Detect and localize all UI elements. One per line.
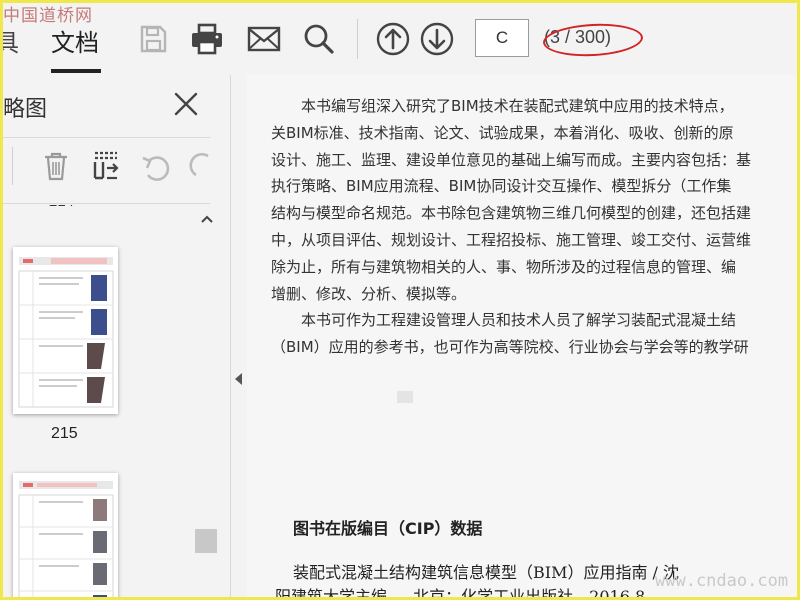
email-icon — [247, 26, 281, 52]
text-line: 关BIM标准、技术指南、论文、试验成果，本着消化、吸收、创新的原 — [271, 123, 734, 142]
text-line: （BIM）应用的参考书，也可作为高等院校、行业协会与学会等的教学研 — [271, 338, 749, 357]
body-text: 本书编写组深入研究了BIM技术在装配式建筑中应用的技术特点， 关BIM标准、技术… — [271, 93, 797, 361]
text-line: 本书编写组深入研究了BIM技术在装配式建筑中应用的技术特点， — [271, 97, 734, 115]
thumbnail-toolbar — [3, 139, 213, 195]
previous-page-button[interactable] — [375, 21, 411, 57]
active-tab-indicator — [51, 69, 101, 73]
page-number-input[interactable]: C — [475, 19, 529, 57]
scrollbar-thumb[interactable] — [195, 529, 217, 553]
search-icon — [304, 24, 334, 54]
thumbnail-image — [18, 257, 114, 408]
thumbnail-label: 215 — [51, 425, 78, 442]
toolbar-divider — [12, 147, 13, 185]
text-line: 结构与模型命名规范。本书除包含建筑物三维几何模型的创建，还包括建 — [271, 204, 752, 223]
print-icon — [192, 23, 222, 55]
extract-page-icon — [93, 151, 119, 180]
next-page-button[interactable] — [419, 21, 455, 57]
print-button[interactable] — [189, 21, 225, 57]
text-line: 除为止，所有与建筑物相关的人、事、物所涉及的过程信息的管理、编 — [271, 257, 737, 276]
close-icon — [174, 92, 198, 116]
arrow-up-icon — [376, 22, 410, 56]
thumbnail-list: 214 — [3, 205, 195, 597]
watermark-bottom: www.cndao.com — [655, 571, 789, 591]
panel-title: 缩略图 — [3, 97, 48, 122]
rotate-left-button[interactable] — [139, 149, 173, 183]
panel-divider — [3, 137, 210, 138]
reader-window: 中国道桥网 具 文档 C (3 / 300) 略图 215 本书编写组深入研究了… — [3, 3, 797, 597]
thumbnail-scrollbar[interactable] — [195, 205, 219, 597]
rotate-right-button[interactable] — [187, 149, 221, 183]
email-button[interactable] — [246, 21, 282, 57]
thumbnail-label: 214 — [49, 205, 74, 210]
collapse-panel-arrow-icon[interactable] — [235, 373, 242, 385]
document-page: 本书编写组深入研究了BIM技术在装配式建筑中应用的技术特点， 关BIM标准、技术… — [247, 75, 797, 597]
cip-entry-line: 阳建筑大学主编. —北京：化学工业出版社，2016.8 — [275, 587, 646, 597]
arrow-down-icon — [420, 22, 454, 56]
cip-heading: 图书在版编目（CIP）数据 — [293, 519, 483, 538]
save-icon — [140, 25, 167, 53]
panel-divider — [3, 203, 210, 204]
close-panel-button[interactable] — [171, 89, 201, 119]
chevron-up-icon — [201, 215, 213, 223]
bleed-through-mark — [397, 391, 413, 403]
cip-entry-line: 装配式混凝土结构建筑信息模型（BIM）应用指南 / 沈 — [293, 563, 680, 582]
text-line: 中，从项目评估、规划设计、工程招投标、施工管理、竣工交付、运营维 — [271, 230, 752, 249]
thumbnail-image — [18, 481, 114, 597]
text-line: 设计、施工、监理、建设单位意见的基础上编写而成。主要内容包括：基 — [271, 150, 752, 169]
search-button[interactable] — [301, 21, 337, 57]
extract-page-button[interactable] — [89, 149, 123, 183]
toolbar-divider — [357, 19, 358, 59]
page-thumbnail[interactable] — [13, 473, 118, 597]
rotate-right-icon — [189, 153, 209, 177]
text-line: 本书可作为工程建设管理人员和技术人员了解学习装配式混凝土结 — [271, 311, 737, 330]
tab-document[interactable]: 文档 — [51, 23, 99, 58]
toolbar: 中国道桥网 具 文档 C (3 / 300) — [3, 3, 797, 75]
text-line: 增删、修改、分析、模拟等。 — [271, 284, 467, 303]
panel-splitter[interactable] — [231, 75, 247, 597]
delete-icon — [45, 152, 67, 181]
save-button[interactable] — [135, 21, 171, 57]
page-thumbnail[interactable] — [13, 247, 118, 414]
text-line: 执行策略、BIM应用流程、BIM协同设计交互操作、模型拆分（工作集 — [271, 177, 732, 196]
thumbnail-panel: 缩略图 — [3, 75, 231, 597]
tab-tools[interactable]: 具 — [3, 23, 19, 58]
rotate-left-icon — [142, 156, 170, 181]
delete-page-button[interactable] — [39, 149, 73, 183]
